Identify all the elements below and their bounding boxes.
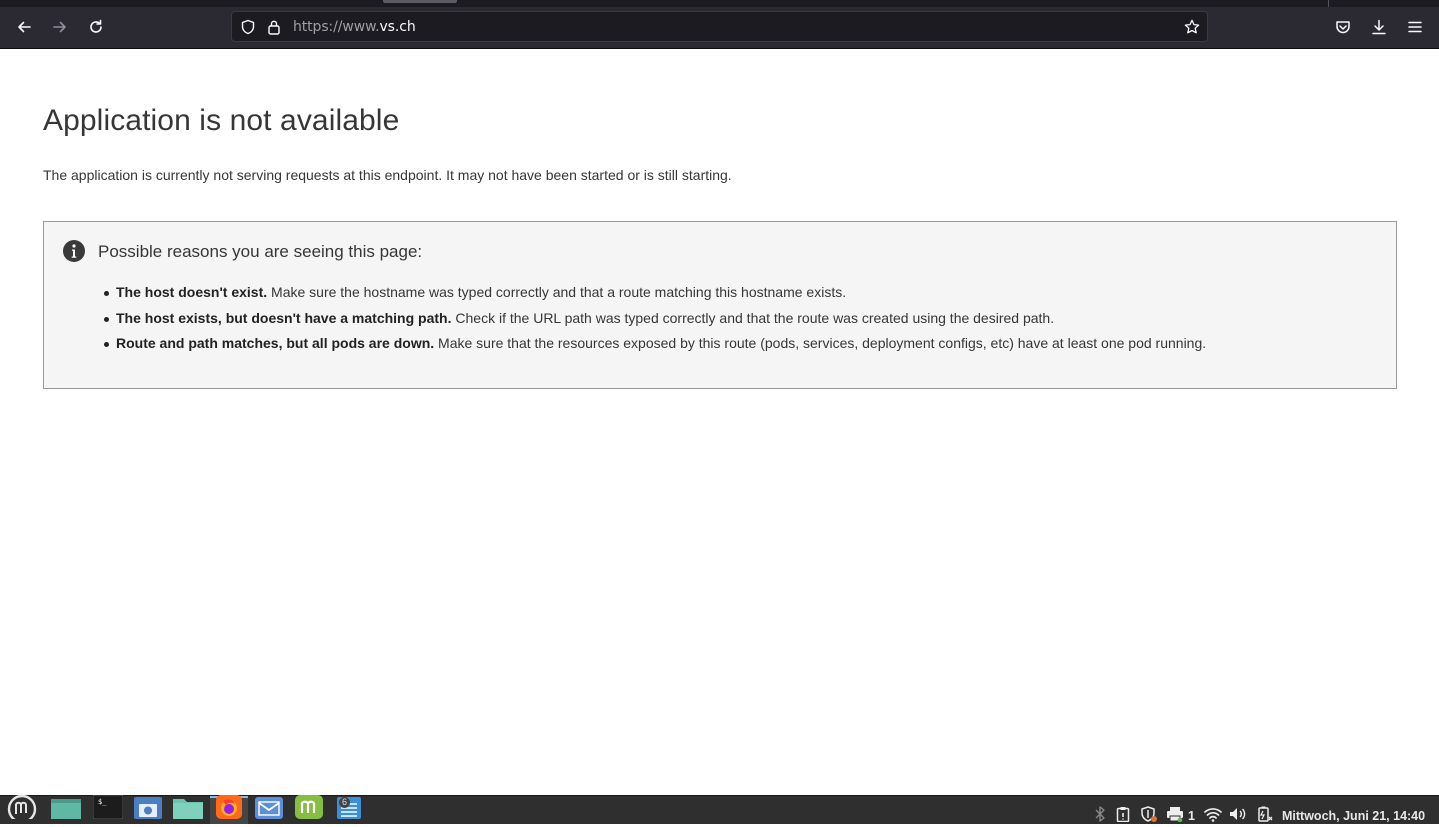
battery-icon[interactable] [1256, 806, 1274, 827]
url-text[interactable]: https://www.vs.ch [293, 19, 416, 35]
active-tab-indicator[interactable] [383, 0, 457, 3]
screenshot-button[interactable] [129, 796, 167, 824]
print-job-count: 1 [1188, 809, 1195, 823]
page-title: Application is not available [43, 104, 400, 137]
reload-icon [88, 19, 104, 35]
window-count-badge: 6 [339, 797, 351, 808]
reason-title: The host exists, but doesn't have a matc… [116, 309, 452, 326]
arrow-right-icon [52, 19, 68, 35]
taskbar: $_ 6 1 Mittwoch, Juni 21, 14:40 [0, 794, 1439, 827]
pocket-button[interactable] [1327, 11, 1359, 43]
url-scheme: https://www. [293, 19, 380, 35]
pocket-icon [1335, 19, 1351, 35]
show-desktop-icon [51, 797, 81, 824]
possible-reasons-box: Possible reasons you are seeing this pag… [43, 221, 1397, 389]
mint-menu-button[interactable] [3, 794, 41, 824]
download-icon [1371, 19, 1387, 35]
info-icon [63, 240, 85, 267]
reason-text: Make sure the hostname was typed correct… [267, 284, 847, 300]
downloads-button[interactable] [1363, 11, 1395, 43]
arrow-left-icon [16, 19, 32, 35]
reason-title: The host doesn't exist. [116, 284, 268, 300]
terminal-icon: $_ [92, 794, 124, 824]
mint-menu-icon [7, 792, 37, 824]
app-menu-button[interactable] [1399, 11, 1431, 43]
hamburger-menu-icon [1407, 19, 1423, 35]
shield-icon[interactable] [240, 19, 256, 40]
reason-item: Route and path matches, but all pods are… [103, 335, 1207, 361]
software-manager-button[interactable] [290, 795, 328, 824]
url-host: vs.ch [379, 19, 416, 35]
mail-button[interactable] [250, 796, 288, 824]
url-bar[interactable]: https://www.vs.ch [231, 11, 1208, 42]
printer-icon[interactable] [1166, 806, 1184, 827]
files-button[interactable] [169, 796, 207, 824]
terminal-button[interactable]: $_ [89, 794, 127, 824]
volume-icon[interactable] [1229, 806, 1247, 827]
reason-text: Make sure that the resources exposed by … [434, 335, 1207, 351]
reasons-list: The host doesn't exist. Make sure the ho… [103, 284, 1207, 361]
bluetooth-icon[interactable] [1095, 806, 1105, 827]
screenshot-icon [133, 795, 163, 824]
reason-item: The host exists, but doesn't have a matc… [103, 309, 1206, 336]
wifi-icon[interactable] [1204, 806, 1222, 827]
star-icon[interactable] [1184, 19, 1200, 40]
reason-text: Check if the URL path was typed correctl… [451, 309, 1055, 326]
reasons-heading: Possible reasons you are seeing this pag… [98, 242, 423, 261]
page-description: The application is currently not serving… [43, 167, 732, 183]
clock[interactable]: Mittwoch, Juni 21, 14:40 [1282, 809, 1425, 823]
clipboard-icon[interactable] [1116, 806, 1130, 827]
firefox-button[interactable] [210, 795, 248, 824]
back-button[interactable] [8, 11, 40, 43]
mail-icon [254, 795, 284, 824]
forward-button[interactable] [44, 11, 76, 43]
firefox-icon [215, 795, 243, 824]
shield-update-icon[interactable] [1140, 806, 1158, 827]
software-manager-icon [294, 795, 324, 824]
files-icon [172, 795, 204, 824]
navigation-toolbar: https://www.vs.ch [0, 7, 1439, 49]
reason-item: The host doesn't exist. Make sure the ho… [103, 284, 1206, 310]
lock-icon[interactable] [267, 19, 281, 40]
reload-button[interactable] [80, 11, 112, 43]
show-desktop-button[interactable] [47, 796, 85, 824]
reason-title: Route and path matches, but all pods are… [116, 335, 435, 351]
svg-text:$_: $_ [98, 798, 107, 806]
